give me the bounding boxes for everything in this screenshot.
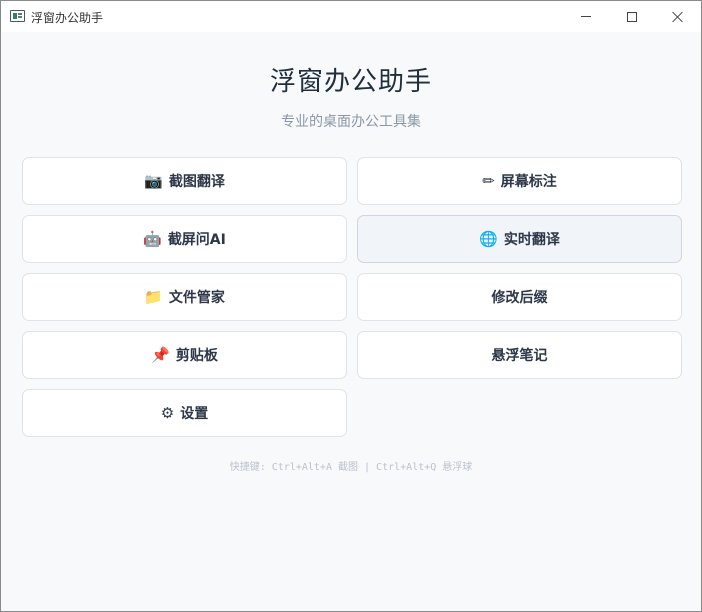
button-label: 文件管家 (168, 290, 225, 306)
globe-icon: 🌐 (479, 230, 498, 248)
file-manager-button[interactable]: 📁 文件管家 (22, 273, 347, 321)
screenshot-translate-button[interactable]: 📷 截图翻译 (22, 157, 347, 205)
button-label: 剪贴板 (175, 348, 218, 364)
button-label: 截图翻译 (168, 174, 225, 190)
button-label: 修改后缀 (491, 290, 548, 306)
window-title: 浮窗办公助手 (31, 11, 104, 25)
maximize-icon (627, 11, 637, 22)
screenshot-ask-ai-button[interactable]: 🤖 截屏问AI (22, 215, 347, 263)
close-icon (672, 11, 684, 23)
clipboard-button[interactable]: 📌 剪贴板 (22, 331, 347, 379)
rename-extension-button[interactable]: 修改后缀 (357, 273, 682, 321)
minimize-button[interactable] (563, 1, 609, 32)
app-window: 浮窗办公助手 浮窗办公助手 专业的桌面办公工具集 📷 截图翻译 ✏ 屏幕标注 🤖… (0, 0, 702, 612)
button-label: 悬浮笔记 (491, 348, 548, 364)
button-label: 设置 (180, 406, 209, 422)
realtime-translate-button[interactable]: 🌐 实时翻译 (357, 215, 682, 263)
button-label: 屏幕标注 (500, 174, 557, 190)
screen-annotate-button[interactable]: ✏ 屏幕标注 (357, 157, 682, 205)
camera-icon: 📷 (144, 172, 163, 190)
maximize-button[interactable] (609, 1, 655, 32)
close-button[interactable] (655, 1, 701, 32)
gear-icon: ⚙ (160, 404, 175, 422)
minimize-icon (581, 16, 591, 17)
settings-button[interactable]: ⚙ 设置 (22, 389, 347, 437)
shortcut-hint: 快捷键: Ctrl+Alt+A 截图 | Ctrl+Alt+Q 悬浮球 (229, 462, 473, 473)
button-label: 实时翻译 (503, 232, 560, 248)
page-subtitle: 专业的桌面办公工具集 (281, 114, 421, 130)
app-icon (10, 10, 25, 22)
title-bar[interactable]: 浮窗办公助手 (1, 1, 701, 32)
page-title: 浮窗办公助手 (269, 67, 432, 97)
pushpin-icon: 📌 (151, 346, 170, 364)
pencil-icon: ✏ (482, 172, 495, 190)
folder-icon: 📁 (144, 288, 163, 306)
button-label: 截屏问AI (167, 232, 226, 248)
floating-notes-button[interactable]: 悬浮笔记 (357, 331, 682, 379)
robot-icon: 🤖 (143, 230, 162, 248)
